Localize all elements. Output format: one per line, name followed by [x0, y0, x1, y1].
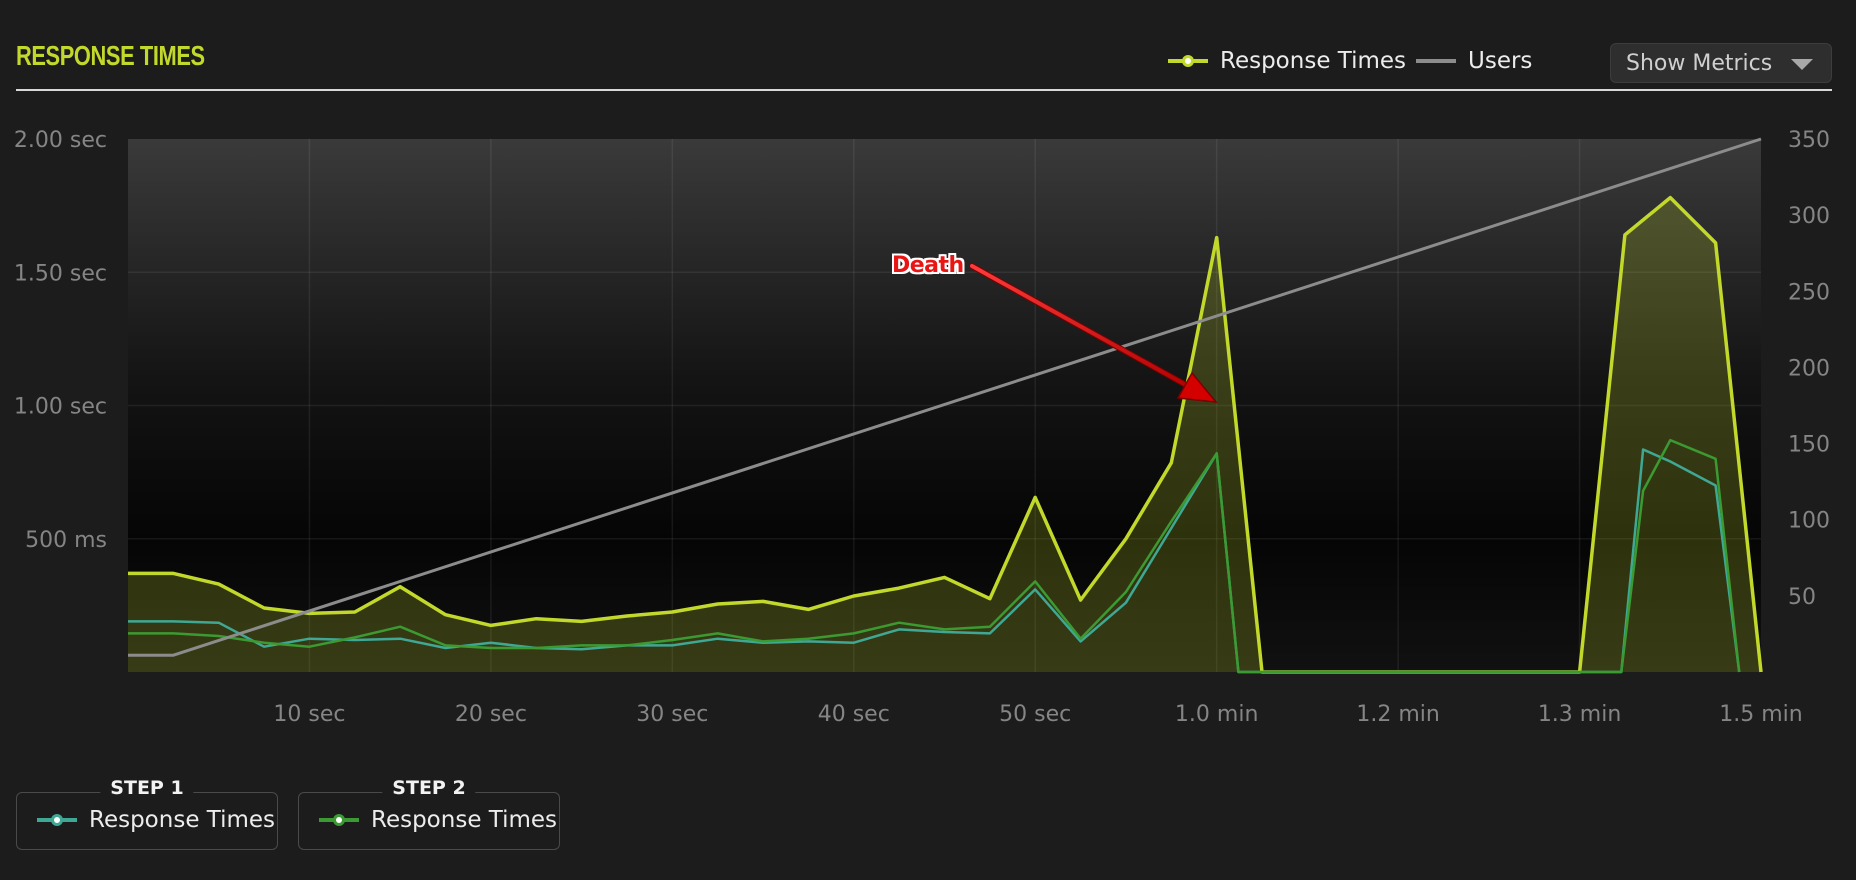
- y-left-tick-label-1: 1.50 sec: [14, 261, 107, 286]
- x-tick-label-6: 1.2 min: [1356, 702, 1439, 727]
- death-annotation: Death: [892, 253, 964, 278]
- y-left-tick-label-2: 1.00 sec: [14, 395, 107, 420]
- x-tick-label-4: 50 sec: [999, 702, 1071, 727]
- step-1-response-times-icon: [37, 814, 77, 826]
- response-times-chart: 2.00 sec 1.50 sec 1.00 sec 500 ms 50 100 150 2…: [14, 128, 1830, 727]
- y-right-tick-label-0: 50: [1788, 585, 1816, 610]
- y-right-tick-label-3: 200: [1788, 356, 1830, 381]
- x-tick-label-5: 1.0 min: [1175, 702, 1258, 727]
- x-tick-label-8: 1.5 min: [1719, 702, 1802, 727]
- x-tick-label-3: 40 sec: [818, 702, 890, 727]
- step-2-response-times-icon: [319, 814, 359, 826]
- y-right-tick-label-4: 250: [1788, 280, 1830, 305]
- y-right-tick-label-1: 100: [1788, 509, 1830, 534]
- y-right-tick-label-2: 150: [1788, 433, 1830, 458]
- step-1-legend[interactable]: STEP 1 Response Times: [16, 777, 278, 850]
- y-left-tick-label-0: 2.00 sec: [14, 128, 107, 153]
- y-left-tick-label-3: 500 ms: [25, 528, 107, 553]
- step-2-legend[interactable]: STEP 2 Response Times: [298, 777, 560, 850]
- step-1-label: Response Times: [89, 807, 276, 833]
- x-tick-label-1: 20 sec: [455, 702, 527, 727]
- x-tick-label-0: 10 sec: [273, 702, 345, 727]
- y-right-tick-label-6: 350: [1788, 128, 1830, 153]
- y-right-tick-label-5: 300: [1788, 204, 1830, 229]
- step-2-label: Response Times: [371, 807, 558, 833]
- x-tick-label-7: 1.3 min: [1538, 702, 1621, 727]
- x-tick-label-2: 30 sec: [636, 702, 708, 727]
- step-1-title: STEP 1: [100, 777, 194, 799]
- step-2-title: STEP 2: [382, 777, 476, 799]
